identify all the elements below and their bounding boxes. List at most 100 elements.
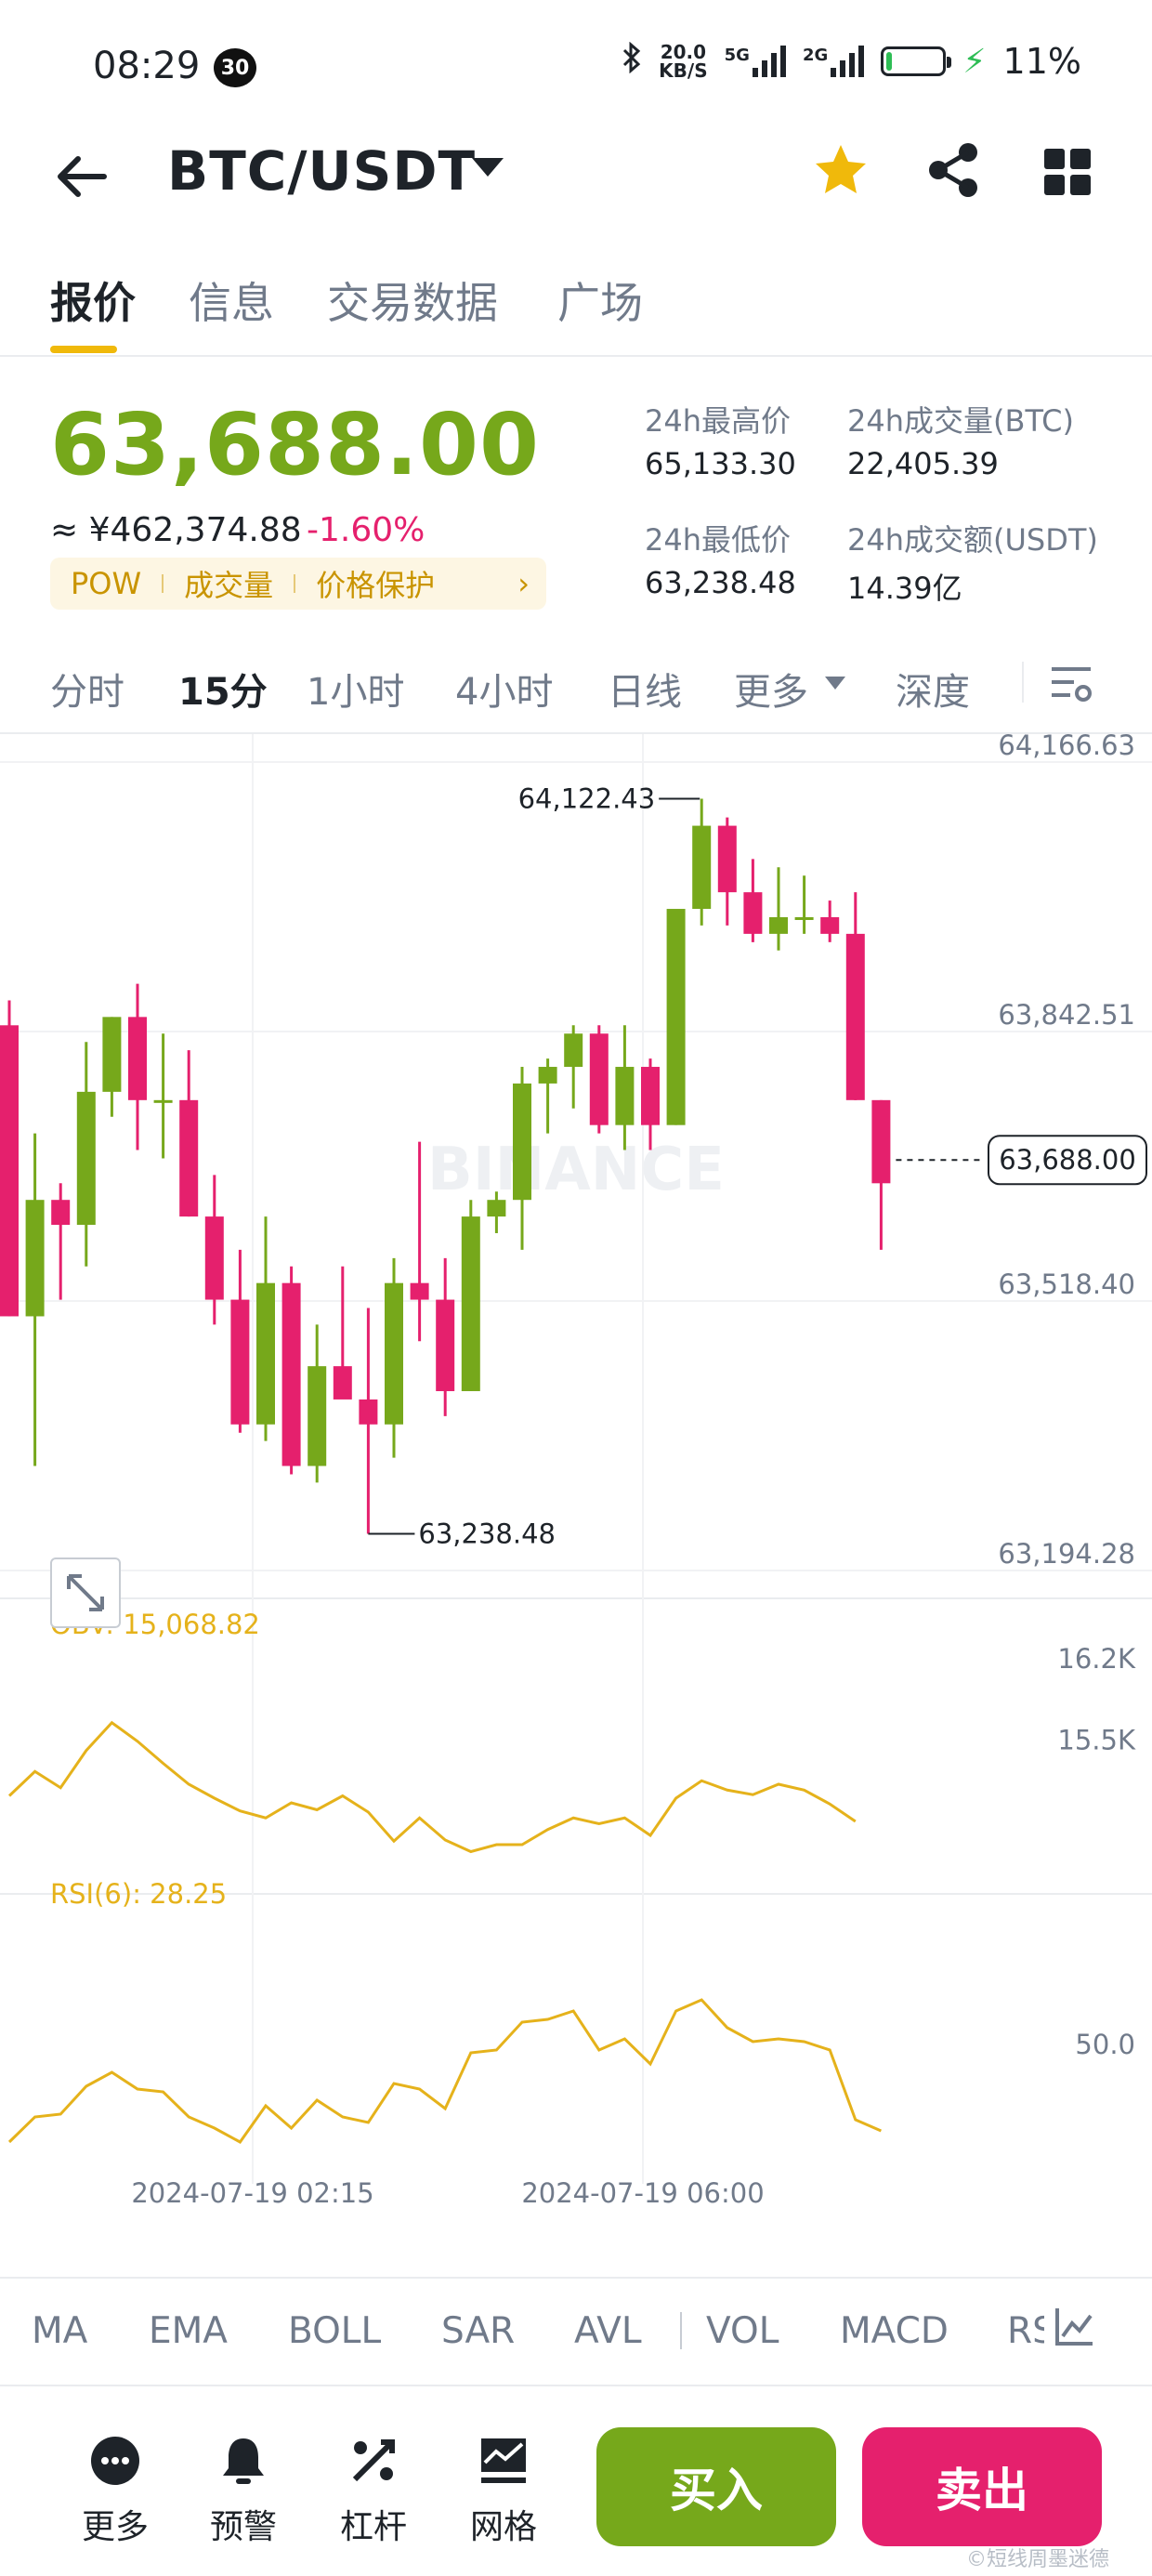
battery-icon [881, 46, 952, 76]
obv-tick-label: 16.2K [1057, 1643, 1136, 1675]
candle-body [76, 1091, 96, 1226]
max-price-label: 64,122.43 [518, 783, 656, 815]
chart-settings-icon[interactable] [1050, 664, 1094, 704]
status-icons: 20.0 KB/S 5G 2G ⚡ 11% [622, 41, 1081, 82]
indicator-macd[interactable]: MACD [840, 2310, 949, 2352]
action-leverage-label: 杠杆 [339, 2508, 407, 2546]
bell-icon [217, 2435, 269, 2487]
candle-body [256, 1282, 275, 1425]
candle-body [666, 909, 686, 1125]
kline-chart[interactable]: BINANCE 64,166.63 63,842.51 63,518.40 63,19… [0, 734, 1152, 2277]
favorite-star-icon[interactable] [812, 141, 870, 199]
interval-4h[interactable]: 4小时 [455, 662, 553, 716]
tag-volume[interactable]: 成交量 [164, 562, 294, 605]
candle-body [51, 1200, 71, 1226]
sell-button[interactable]: 卖出 [862, 2427, 1102, 2546]
indicator-rsi[interactable]: RSI [1007, 2310, 1044, 2352]
indicator-vol[interactable]: VOL [706, 2310, 779, 2352]
tab-quote[interactable]: 报价 [50, 269, 136, 331]
indicator-sar[interactable]: SAR [441, 2310, 515, 2352]
interval-day[interactable]: 日线 [608, 662, 682, 716]
vol-usdt-label: 24h成交额(USDT) [847, 522, 1098, 558]
high-value: 65,133.30 [645, 446, 796, 481]
interval-separator [1022, 662, 1024, 703]
status-time: 08:29 [93, 45, 201, 87]
candle-body [717, 825, 737, 893]
candle-body [179, 1099, 199, 1217]
rsi-label: RSI(6): 28.25 [50, 1878, 227, 1910]
bottom-divider [0, 2385, 1152, 2386]
charging-icon: ⚡ [962, 42, 987, 81]
rsi-line [7, 1998, 882, 2144]
candle-body [538, 1067, 557, 1084]
candle-body [820, 916, 840, 934]
time-tick-label: 2024-07-19 06:00 [521, 2177, 764, 2209]
layout-grid-icon[interactable] [1044, 149, 1091, 195]
more-caret-icon[interactable] [825, 677, 845, 690]
grid-bot-icon [478, 2435, 530, 2487]
candle-body [513, 1083, 531, 1201]
candle-body [564, 1033, 583, 1068]
candle-body [461, 1216, 480, 1391]
tab-square[interactable]: 广场 [557, 269, 643, 331]
rsi-tick-label: 50.0 [1075, 2029, 1135, 2060]
sim1-signal-icon: 5G [725, 46, 786, 77]
interval-1h[interactable]: 1小时 [307, 662, 404, 716]
pair-dropdown-caret-icon[interactable] [472, 158, 504, 177]
vol-btc-label: 24h成交量(BTC) [847, 403, 1074, 439]
chevron-right-icon[interactable]: › [517, 566, 530, 601]
candle-body [743, 892, 763, 934]
last-price: 63,688.00 [50, 395, 540, 494]
action-more-label: 更多 [81, 2508, 149, 2546]
change-percent: -1.60% [307, 511, 425, 549]
notification-badge: 30 [214, 48, 256, 87]
tag-price-protection[interactable]: 价格保护 [295, 562, 455, 605]
indicator-settings-icon[interactable] [1052, 2305, 1096, 2349]
candle-body [615, 1067, 635, 1125]
action-grid-bot-label: 网格 [469, 2508, 537, 2546]
share-icon[interactable] [924, 141, 982, 199]
image-watermark: ©短线周墨迷德 [966, 2548, 1110, 2571]
vol-usdt-value: 14.39亿 [847, 571, 962, 606]
buy-button[interactable]: 买入 [596, 2427, 836, 2546]
tab-trading-data[interactable]: 交易数据 [327, 269, 498, 331]
candle-body [25, 1200, 45, 1317]
low-value: 63,238.48 [645, 565, 796, 600]
interval-more[interactable]: 更多 [734, 662, 808, 716]
cny-price: ≈ ¥462,374.88 [50, 511, 302, 549]
interval-15m[interactable]: 15分 [178, 662, 268, 716]
action-leverage[interactable]: 杠杆 [318, 2435, 429, 2548]
candle-body [871, 1099, 891, 1184]
tab-active-indicator [50, 346, 117, 353]
indicator-boll[interactable]: BOLL [288, 2310, 381, 2352]
candle-body [410, 1282, 429, 1300]
candle-body [641, 1067, 660, 1125]
bluetooth-icon [622, 41, 642, 82]
tab-info[interactable]: 信息 [189, 269, 274, 331]
action-grid-bot[interactable]: 网格 [448, 2435, 559, 2548]
expand-chart-icon[interactable] [50, 1557, 121, 1628]
candle-body [589, 1033, 609, 1125]
interval-time[interactable]: 分时 [50, 662, 124, 716]
candle-body [128, 1017, 147, 1100]
price-tick-label: 63,194.28 [998, 1538, 1135, 1570]
obv-line [7, 1720, 857, 1854]
high-label: 24h最高价 [645, 403, 792, 439]
candle-body [102, 1017, 122, 1092]
tag-bar[interactable]: POW 成交量 价格保护 › [50, 558, 546, 610]
low-label: 24h最低价 [645, 522, 792, 558]
indicator-ema[interactable]: EMA [149, 2310, 228, 2352]
candle-body [385, 1282, 403, 1425]
indicator-avl[interactable]: AVL [574, 2310, 642, 2352]
candle-body [769, 916, 788, 934]
interval-depth[interactable]: 深度 [896, 662, 970, 716]
more-icon [89, 2435, 141, 2487]
indicator-separator [680, 2312, 682, 2349]
tag-pow[interactable]: POW [50, 566, 162, 601]
back-arrow-icon[interactable] [52, 147, 111, 206]
action-alert[interactable]: 预警 [188, 2435, 299, 2548]
pair-title[interactable]: BTC/USDT [167, 139, 476, 203]
indicator-ma[interactable]: MA [32, 2310, 87, 2352]
action-more[interactable]: 更多 [59, 2435, 171, 2548]
candle-body [230, 1299, 250, 1425]
